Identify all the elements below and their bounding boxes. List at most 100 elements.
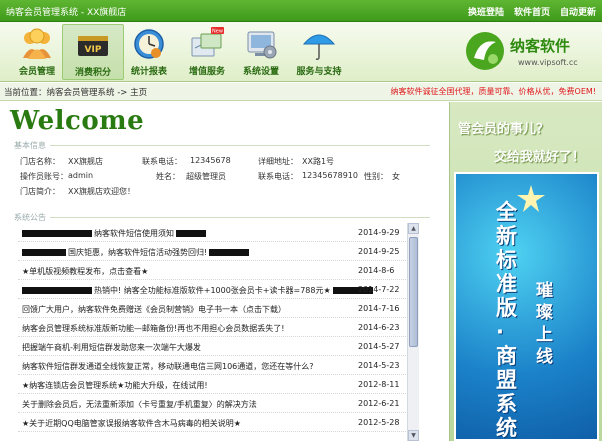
redacted-block bbox=[22, 287, 92, 294]
operator-gender-value: 女 bbox=[392, 172, 400, 181]
basic-info-title: 基本信息 bbox=[14, 141, 46, 150]
announcement-title-text[interactable]: 国庆钜惠，纳客软件短信活动强势回归! bbox=[22, 247, 251, 258]
announcement-text: 回馈广大用户，纳客软件免费赠送《会员制营销》电子书一本（点击下载） bbox=[22, 305, 286, 314]
ad-slogan-2: 交给我就好了！ bbox=[494, 150, 586, 165]
tool-member-management[interactable]: 会员管理 bbox=[6, 24, 68, 80]
announcement-scrollbar[interactable]: ▲ ▼ bbox=[407, 223, 419, 441]
clock-report-icon bbox=[134, 29, 164, 59]
announcement-title-text[interactable]: 纳客软件短信群发通道全线恢复正常，移动联通电信三网106通道，您还在等什么? bbox=[22, 361, 314, 372]
announcement-text: 把握端午商机-利用短信群发助您来一次端午大爆发 bbox=[22, 343, 201, 352]
scroll-up-icon[interactable]: ▲ bbox=[408, 223, 419, 234]
scroll-thumb[interactable] bbox=[409, 237, 418, 347]
ad-vertical-text-1: 全新标准版·商盟系统 bbox=[496, 200, 517, 440]
announcement-title-text[interactable]: 回馈广大用户，纳客软件免费赠送《会员制营销》电子书一本（点击下载） bbox=[22, 304, 286, 315]
announcement-date: 2014-9-25 bbox=[358, 247, 400, 256]
announcement-date: 2014-9-29 bbox=[358, 228, 400, 237]
announcement-date: 2014-6-23 bbox=[358, 323, 400, 332]
svg-text:VIP: VIP bbox=[85, 45, 102, 55]
announcement-row[interactable]: 纳客软件短信使用须知 2014-9-29 bbox=[18, 223, 406, 242]
store-intro-value: XX旗舰店欢迎您！ bbox=[68, 187, 135, 196]
announcement-row[interactable]: 回馈广大用户，纳客软件免费赠送《会员制营销》电子书一本（点击下载） 2014-7-… bbox=[18, 299, 406, 318]
announcement-row[interactable]: 纳客软件短信群发通道全线恢复正常，移动联通电信三网106通道，您还在等什么? 20… bbox=[18, 356, 406, 375]
main-content: Welcome 基本信息 门店名称： XX旗舰店 联系电话： 12345678 … bbox=[0, 102, 448, 441]
vip-card-icon: VIP bbox=[78, 36, 108, 56]
announcement-title-text[interactable]: ★纳客连锁店会员管理系统★功能大升级，在线试用! bbox=[22, 380, 208, 391]
announcement-row[interactable]: 纳客会员管理系统标准版新功能—邮箱备份!再也不用担心会员数据丢失了! 2014-6… bbox=[18, 318, 406, 337]
star-icon bbox=[517, 185, 545, 212]
operator-phone-value: 12345678910 bbox=[302, 171, 358, 180]
vipsoft-logo-icon bbox=[466, 32, 504, 70]
auto-update-link[interactable]: 自动更新 bbox=[560, 5, 596, 18]
announcement-title-text[interactable]: ★单机版视频教程发布，点击查看★ bbox=[22, 266, 148, 277]
announcement-text: 国庆钜惠，纳客软件短信活动强势回归! bbox=[68, 248, 208, 257]
announcement-row[interactable]: 关于删除会员后，无法重新添加〈卡号重复/手机重复〉的解决方法 2012-6-21 bbox=[18, 394, 406, 413]
tool-consume-points[interactable]: VIP 消费积分 bbox=[62, 24, 124, 80]
announcement-row[interactable]: ★关于近期QQ电脑管家误报纳客软件含木马病毒的相关说明★ 2012-5-28 bbox=[18, 413, 406, 432]
brand-logo: 纳客软件 www.vipsoft.cc bbox=[464, 28, 596, 76]
title-links: 换班登陆 软件首页 自动更新 bbox=[468, 5, 596, 18]
breadcrumb-bar: 当前位置：纳客会员管理系统 -> 主页 纳客软件诚征全国代理，质量可靠、价格从优… bbox=[0, 83, 602, 101]
announcement-text: 纳客软件短信群发通道全线恢复正常，移动联通电信三网106通道，您还在等什么? bbox=[22, 362, 314, 371]
ad-vertical-text-2: 璀璨上线 bbox=[536, 281, 553, 367]
announcement-text: 关于删除会员后，无法重新添加〈卡号重复/手机重复〉的解决方法 bbox=[22, 400, 257, 409]
title-bar: 纳客会员管理系统 - XX旗舰店 换班登陆 软件首页 自动更新 bbox=[0, 0, 602, 22]
section-divider bbox=[50, 217, 430, 218]
announcement-text: ★纳客连锁店会员管理系统★功能大升级，在线试用! bbox=[22, 381, 208, 390]
ad-panel: 管会员的事儿？ 交给我就好了！ 全新标准版·商盟系统 璀璨上线 bbox=[449, 102, 602, 441]
tool-value-added-service[interactable]: New 增值服务 bbox=[176, 24, 238, 80]
breadcrumb: 当前位置：纳客会员管理系统 -> 主页 bbox=[4, 88, 148, 98]
announcement-text: 纳客会员管理系统标准版新功能—邮箱备份!再也不用担心会员数据丢失了! bbox=[22, 324, 285, 333]
announcement-title-text[interactable]: ★关于近期QQ电脑管家误报纳客软件含木马病毒的相关说明★ bbox=[22, 418, 241, 429]
announcement-title-text[interactable]: 热销中! 纳客全功能标准版软件+1000张会员卡+读卡器=788元★ bbox=[22, 285, 375, 296]
announcement-text: ★关于近期QQ电脑管家误报纳客软件含木马病毒的相关说明★ bbox=[22, 419, 241, 428]
section-divider bbox=[50, 145, 430, 146]
announcement-row[interactable]: 国庆钜惠，纳客软件短信活动强势回归! 2014-9-25 bbox=[18, 242, 406, 261]
scroll-down-icon[interactable]: ▼ bbox=[408, 430, 419, 441]
ad-banner[interactable]: 全新标准版·商盟系统 璀璨上线 bbox=[454, 172, 599, 441]
announcement-date: 2014-7-16 bbox=[358, 304, 400, 313]
announcement-title-text[interactable]: 把握端午商机-利用短信群发助您来一次端午大爆发 bbox=[22, 342, 201, 353]
new-badge: New bbox=[212, 29, 223, 35]
value-added-service-icon: New bbox=[191, 27, 224, 57]
welcome-heading: Welcome bbox=[10, 106, 145, 136]
announcement-date: 2014-7-22 bbox=[358, 285, 400, 294]
announcement-date: 2012-8-11 bbox=[358, 380, 400, 389]
announcement-row[interactable]: ★单机版视频教程发布，点击查看★ 2014-8-6 bbox=[18, 261, 406, 280]
announcement-date: 2014-5-23 bbox=[358, 361, 400, 370]
redacted-block bbox=[22, 249, 66, 256]
announcement-date: 2012-6-21 bbox=[358, 399, 400, 408]
store-address-value: XX路1号 bbox=[302, 157, 335, 166]
umbrella-support-icon bbox=[302, 34, 336, 60]
settings-icon bbox=[247, 31, 277, 59]
tool-statistics-report[interactable]: 统计报表 bbox=[118, 24, 180, 80]
operator-value: admin bbox=[68, 171, 94, 180]
announcement-title-text[interactable]: 关于删除会员后，无法重新添加〈卡号重复/手机重复〉的解决方法 bbox=[22, 399, 257, 410]
announcement-row[interactable]: ★纳客连锁店会员管理系统★功能大升级，在线试用! 2012-8-11 bbox=[18, 375, 406, 394]
store-name-value: XX旗舰店 bbox=[68, 157, 103, 166]
window-title: 纳客会员管理系统 - XX旗舰店 bbox=[6, 8, 127, 18]
announcement-list: 纳客软件短信使用须知 2014-9-29 国庆钜惠，纳客软件短信活动强势回归! 201… bbox=[18, 223, 406, 441]
announcement-text: ★单机版视频教程发布，点击查看★ bbox=[22, 267, 149, 276]
members-icon bbox=[23, 28, 51, 59]
announcement-date: 2014-5-27 bbox=[358, 342, 400, 351]
announcement-date: 2014-8-6 bbox=[358, 266, 395, 275]
announcement-text: 纳客软件短信使用须知 bbox=[94, 229, 174, 238]
redacted-block bbox=[22, 230, 92, 237]
operator-name-value: 超级管理员 bbox=[186, 172, 226, 181]
announcement-row[interactable]: 热销中! 纳客全功能标准版软件+1000张会员卡+读卡器=788元★ 2014-7… bbox=[18, 280, 406, 299]
main-toolbar: 会员管理 VIP 消费积分 统计报表 New 增值服务 系统设置 服务与支持 纳… bbox=[0, 22, 602, 82]
redacted-block bbox=[176, 230, 206, 237]
announcement-title-text[interactable]: 纳客会员管理系统标准版新功能—邮箱备份!再也不用担心会员数据丢失了! bbox=[22, 323, 284, 334]
software-home-link[interactable]: 软件首页 bbox=[514, 5, 550, 18]
agent-recruit-notice[interactable]: 纳客软件诚征全国代理，质量可靠、价格从优，免费OEM! bbox=[391, 86, 596, 97]
tool-system-settings[interactable]: 系统设置 bbox=[230, 24, 292, 80]
announcement-date: 2012-5-28 bbox=[358, 418, 400, 427]
announcement-row[interactable]: 把握端午商机-利用短信群发助您来一次端午大爆发 2014-5-27 bbox=[18, 337, 406, 356]
switch-login-link[interactable]: 换班登陆 bbox=[468, 5, 504, 18]
store-phone-value: 12345678 bbox=[190, 156, 231, 165]
announcement-title-text[interactable]: 纳客软件短信使用须知 bbox=[22, 228, 208, 239]
announcement-title: 系统公告 bbox=[14, 213, 46, 222]
tool-service-support[interactable]: 服务与支持 bbox=[288, 24, 350, 80]
announcement-text: 热销中! 纳客全功能标准版软件+1000张会员卡+读卡器=788元★ bbox=[94, 286, 331, 295]
ad-slogan-1: 管会员的事儿？ bbox=[458, 122, 550, 137]
